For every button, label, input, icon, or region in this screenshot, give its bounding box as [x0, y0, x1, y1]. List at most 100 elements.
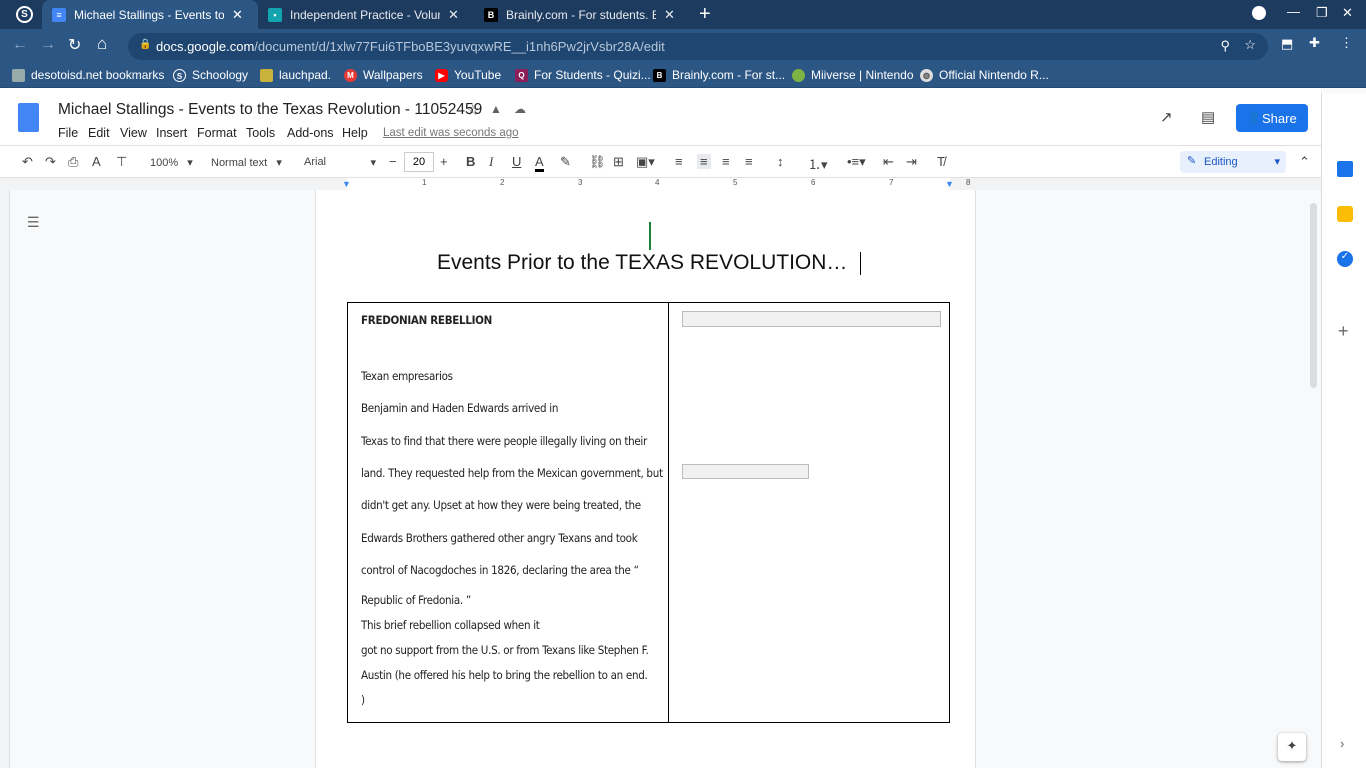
url-input[interactable]: 🔒 docs.google.com/document/d/1xlw77Fui6TF…	[128, 33, 1268, 60]
ruler[interactable]: ▼ ▼ 1 2 3 4 5 6 7 8	[0, 178, 1321, 190]
back-button[interactable]: ←	[12, 36, 28, 54]
move-icon[interactable]: ▲	[490, 102, 502, 116]
forward-button[interactable]: →	[40, 36, 56, 54]
indent-marker-icon[interactable]: ▼	[342, 179, 351, 189]
decrease-size-button[interactable]: −	[389, 154, 397, 169]
zoom-icon[interactable]: ⚲	[1220, 38, 1230, 54]
align-right-icon[interactable]: ≡	[722, 154, 730, 169]
restore-button[interactable]: ❐	[1316, 5, 1328, 21]
bold-icon[interactable]: B	[466, 154, 475, 169]
close-icon[interactable]: ✕	[232, 7, 243, 23]
document-outline-icon[interactable]: ☰	[27, 214, 40, 231]
underline-icon[interactable]: U	[512, 154, 521, 169]
share-button[interactable]: 👤 Share	[1236, 104, 1308, 132]
justify-icon[interactable]: ≡	[745, 154, 753, 169]
align-center-icon[interactable]: ≡	[697, 154, 711, 169]
extensions-puzzle-icon[interactable]: ✚	[1309, 35, 1320, 51]
spellcheck-icon[interactable]: A	[92, 154, 101, 169]
image-icon[interactable]: ▣▾	[636, 154, 655, 170]
minimize-button[interactable]: —	[1287, 4, 1300, 19]
calendar-icon[interactable]	[1337, 161, 1353, 177]
chrome-menu-icon[interactable]: ⋮	[1340, 35, 1353, 51]
close-icon[interactable]: ✕	[664, 7, 675, 23]
extension-icon[interactable]: ⬒	[1281, 36, 1293, 52]
menu-addons[interactable]: Add-ons	[287, 126, 334, 140]
bookmark[interactable]: lauchpad.	[260, 68, 331, 82]
menu-file[interactable]: File	[58, 126, 78, 140]
align-left-icon[interactable]: ≡	[675, 154, 683, 169]
zoom-select[interactable]: 100% ▾	[150, 156, 193, 169]
scrollbar[interactable]	[1310, 203, 1317, 388]
right-indent-marker-icon[interactable]: ▼	[945, 179, 954, 189]
bookmark-folder[interactable]: desotoisd.net bookmarks	[12, 68, 164, 82]
bookmark[interactable]: M Wallpapers	[344, 68, 423, 82]
tab-search-icon[interactable]	[1252, 6, 1266, 20]
explore-button[interactable]: ✦	[1278, 733, 1306, 761]
font-size-input[interactable]: 20	[404, 152, 434, 172]
numbered-list-icon[interactable]: ⒈▾	[808, 154, 828, 173]
activity-icon[interactable]: ↗	[1160, 108, 1173, 126]
bookmark[interactable]: ◍ Official Nintendo R...	[920, 68, 1049, 82]
home-button[interactable]: ⌂	[97, 34, 107, 54]
text-line: Edwards Brothers gathered other angry Te…	[361, 531, 638, 545]
bookmark[interactable]: Miiverse | Nintendo	[792, 68, 914, 82]
schoology-icon[interactable]: S	[16, 6, 33, 23]
paint-format-icon[interactable]: ⊤	[116, 154, 127, 170]
comment-icon[interactable]: ⊞	[613, 154, 624, 170]
menu-help[interactable]: Help	[342, 126, 368, 140]
bookmark[interactable]: Q For Students - Quizi...	[515, 68, 651, 82]
table-cell-title: FREDONIAN REBELLION	[361, 313, 493, 327]
keep-icon[interactable]	[1337, 206, 1353, 222]
font-select[interactable]: Arial ▾	[304, 156, 376, 169]
line-spacing-icon[interactable]: ↕	[777, 154, 784, 169]
bookmark[interactable]: B Brainly.com - For st...	[653, 68, 785, 82]
bookmark-star-icon[interactable]: ☆	[1244, 37, 1256, 53]
style-select[interactable]: Normal text ▾	[211, 156, 282, 169]
content-table[interactable]	[347, 302, 950, 723]
add-addon-icon[interactable]: +	[1338, 321, 1349, 342]
undo-icon[interactable]: ↶	[22, 154, 33, 170]
expand-panel-icon[interactable]: ›	[1340, 736, 1344, 751]
tasks-icon[interactable]: ✓	[1337, 251, 1353, 267]
docs-header: Michael Stallings - Events to the Texas …	[0, 88, 1351, 145]
print-icon[interactable]: ⎙	[68, 154, 78, 170]
image-placeholder[interactable]	[682, 464, 809, 479]
formatting-toolbar: ↶ ↷ ⎙ A ⊤ 100% ▾ Normal text ▾ Arial ▾ − …	[0, 145, 1321, 178]
menu-view[interactable]: View	[120, 126, 147, 140]
menu-insert[interactable]: Insert	[156, 126, 187, 140]
menu-tools[interactable]: Tools	[246, 126, 275, 140]
text-color-icon[interactable]: A	[535, 154, 544, 172]
text-line: This brief rebellion collapsed when it	[361, 618, 540, 632]
last-edit-link[interactable]: Last edit was seconds ago	[383, 127, 519, 139]
italic-icon[interactable]: I	[489, 154, 493, 170]
close-window-button[interactable]: ✕	[1342, 5, 1353, 21]
clear-formatting-icon[interactable]: T̸	[937, 154, 945, 169]
editing-mode-select[interactable]: ✎ Editing ▾	[1180, 151, 1286, 173]
cloud-status-icon[interactable]: ☁	[514, 102, 526, 116]
image-placeholder[interactable]	[682, 311, 941, 327]
tab-docs[interactable]: ≡Michael Stallings - Events to the✕	[42, 0, 258, 29]
link-icon[interactable]: ⛓	[589, 154, 606, 170]
increase-indent-icon[interactable]: ⇥	[906, 154, 917, 170]
tab-brainly[interactable]: BBrainly.com - For students. By st✕	[474, 0, 690, 29]
highlight-icon[interactable]: ✎	[560, 154, 571, 170]
reload-button[interactable]: ↻	[68, 35, 81, 55]
decrease-indent-icon[interactable]: ⇤	[883, 154, 894, 170]
tab-classroom[interactable]: ▪Independent Practice - Volume o✕	[258, 0, 474, 29]
collapse-menu-icon[interactable]: ⌃	[1299, 154, 1310, 170]
close-icon[interactable]: ✕	[448, 7, 459, 23]
menu-format[interactable]: Format	[197, 126, 237, 140]
bulleted-list-icon[interactable]: •≡▾	[847, 154, 866, 170]
document-title[interactable]: Michael Stallings - Events to the Texas …	[58, 101, 482, 119]
document-heading[interactable]: Events Prior to the TEXAS REVOLUTION…	[437, 251, 847, 275]
docs-logo-icon[interactable]	[18, 103, 39, 132]
increase-size-button[interactable]: +	[440, 154, 448, 169]
comments-icon[interactable]: ▤	[1201, 108, 1215, 126]
bookmark[interactable]: ▶ YouTube	[435, 68, 501, 82]
bookmark[interactable]: S Schoology	[173, 68, 248, 82]
vertical-ruler[interactable]	[0, 190, 10, 768]
star-icon[interactable]: ☆	[466, 101, 479, 119]
redo-icon[interactable]: ↷	[45, 154, 56, 170]
menu-edit[interactable]: Edit	[88, 126, 110, 140]
new-tab-button[interactable]: +	[699, 3, 711, 26]
